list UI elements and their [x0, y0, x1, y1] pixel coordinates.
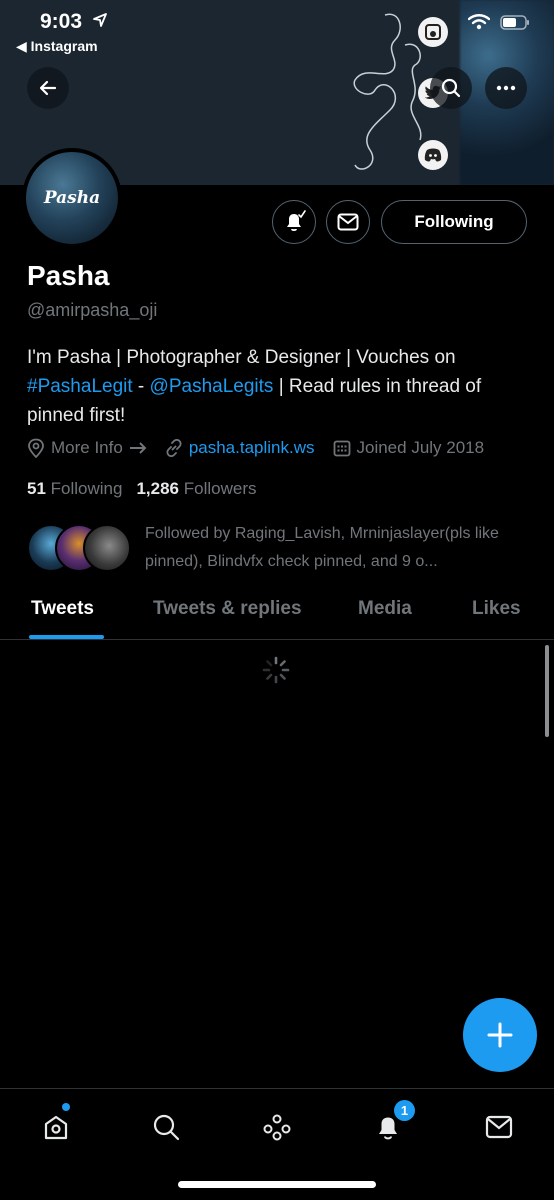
home-unread-dot — [62, 1103, 70, 1111]
profile-tabs: Tweets Tweets & replies Media Likes — [0, 586, 554, 640]
followers-count: 1,286 — [136, 479, 180, 498]
followers-label: Followers — [183, 479, 257, 498]
search-icon — [153, 1114, 180, 1141]
mutual-followers-avatars[interactable] — [27, 524, 133, 572]
loading-spinner-icon — [262, 656, 290, 684]
more-options-button[interactable] — [485, 67, 527, 109]
tab-tweets[interactable]: Tweets — [31, 598, 94, 620]
plus-icon — [487, 1022, 513, 1048]
spaces-icon — [263, 1114, 291, 1141]
discord-logo-icon — [418, 140, 448, 170]
following-count: 51 — [27, 479, 46, 498]
home-indicator — [178, 1181, 376, 1188]
nav-spaces[interactable] — [257, 1107, 297, 1147]
compose-tweet-button[interactable] — [463, 998, 537, 1072]
bio-separator: - — [132, 376, 150, 397]
more-info-item: More Info — [27, 438, 147, 458]
search-button[interactable] — [430, 67, 472, 109]
notifications-toggle-button[interactable] — [272, 200, 316, 244]
mutual-avatar — [83, 524, 131, 572]
status-icons — [468, 14, 530, 30]
following-button[interactable]: Following — [381, 200, 527, 244]
website-item[interactable]: pasha.taplink.ws — [165, 438, 315, 458]
tab-likes[interactable]: Likes — [472, 598, 521, 620]
tab-tweets-replies[interactable]: Tweets & replies — [153, 598, 302, 620]
follow-counts: 51 Following 1,286 Followers — [27, 479, 257, 499]
active-tab-indicator — [29, 635, 104, 639]
joined-date: Joined July 2018 — [356, 438, 485, 457]
avatar-text: Pasha — [43, 188, 101, 208]
status-bar: 9:03 ◀ Instagram — [0, 0, 554, 60]
more-info-label: More Info — [51, 438, 123, 457]
message-button[interactable] — [326, 200, 370, 244]
following-count-link[interactable]: 51 Following — [27, 479, 122, 499]
joined-item: Joined July 2018 — [333, 438, 485, 458]
tab-media[interactable]: Media — [358, 598, 412, 620]
profile-name: Pasha — [27, 260, 110, 291]
bio-mention-link[interactable]: @PashaLegits — [150, 376, 274, 397]
profile-meta: More Info pasha.taplink.ws Joined July 2… — [27, 438, 502, 458]
profile-handle: @amirpasha_oji — [27, 300, 158, 320]
location-pin-icon — [28, 438, 44, 458]
followed-by-text[interactable]: Followed by Raging_Lavish, Mrninjaslayer… — [145, 520, 530, 576]
following-label: Following — [50, 479, 123, 498]
nav-home[interactable] — [36, 1107, 76, 1147]
arrow-right-icon — [129, 442, 147, 454]
search-icon — [441, 78, 461, 98]
home-icon — [44, 1115, 68, 1140]
envelope-icon — [337, 213, 359, 231]
nav-messages[interactable] — [479, 1107, 519, 1147]
back-button[interactable] — [27, 67, 69, 109]
bell-check-icon — [287, 210, 306, 232]
notifications-badge: 1 — [394, 1100, 415, 1121]
back-to-app-link[interactable]: ◀ Instagram — [16, 38, 98, 55]
bio-hashtag-link[interactable]: #PashaLegit — [27, 376, 133, 397]
calendar-icon — [333, 440, 350, 457]
battery-icon — [500, 14, 529, 30]
bio-text: I'm Pasha | Photographer & Designer | Vo… — [27, 347, 456, 368]
profile-avatar[interactable]: Pasha — [22, 148, 122, 248]
more-dots-icon — [496, 85, 516, 91]
profile-bio: I'm Pasha | Photographer & Designer | Vo… — [27, 343, 527, 430]
app-store-icon — [418, 17, 448, 47]
nav-search[interactable] — [146, 1107, 186, 1147]
link-icon — [166, 439, 182, 457]
scrollbar[interactable] — [545, 645, 549, 737]
status-time: 9:03 — [40, 10, 83, 33]
wifi-icon — [468, 14, 490, 30]
arrow-left-icon — [39, 80, 57, 96]
followers-count-link[interactable]: 1,286 Followers — [136, 479, 256, 499]
website-link[interactable]: pasha.taplink.ws — [189, 438, 315, 458]
envelope-icon — [485, 1115, 513, 1139]
location-arrow-icon — [92, 12, 108, 33]
